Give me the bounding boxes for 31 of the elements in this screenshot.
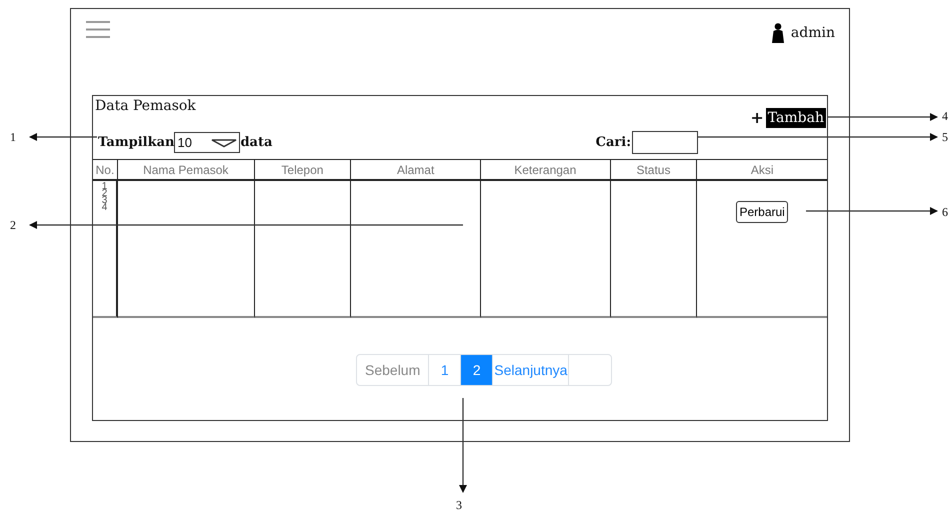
column-header: Telepon — [281, 162, 324, 176]
menu-icon[interactable] — [86, 20, 110, 39]
search-field[interactable] — [632, 131, 698, 154]
column-header: Nama Pemasok — [143, 162, 228, 176]
add-button[interactable]: Tambah — [766, 108, 826, 128]
callout-number: 5 — [942, 129, 948, 145]
column-header: Keterangan — [514, 162, 576, 176]
row-number: 4 — [102, 204, 108, 211]
search-label: Cari: — [596, 135, 631, 150]
callout-number: 6 — [942, 204, 948, 220]
column-header: No. — [96, 162, 114, 176]
show-label: Tampilkan — [98, 135, 174, 150]
page-button[interactable]: 2 — [461, 355, 494, 385]
row-number: 3 — [102, 197, 108, 204]
row-number: 1 — [102, 183, 108, 190]
row-number: 2 — [102, 190, 108, 197]
user-icon — [772, 23, 784, 43]
caret-icon — [211, 138, 238, 148]
column-header: Status — [636, 162, 670, 176]
callout-number: 3 — [456, 497, 462, 512]
column-header: Aksi — [750, 162, 774, 176]
page-size-dropdown[interactable]: 10 — [174, 132, 240, 153]
callout-number: 4 — [942, 108, 948, 124]
callout-number: 1 — [10, 129, 16, 145]
update-button[interactable]: Perbarui — [736, 201, 788, 223]
column-header: Alamat — [396, 162, 434, 176]
callout-number: 2 — [10, 217, 16, 233]
plus-icon[interactable]: + — [750, 110, 764, 126]
panel-title: Data Pemasok — [94, 97, 196, 114]
show-suffix: data — [240, 135, 272, 150]
user-name: admin — [790, 25, 835, 41]
